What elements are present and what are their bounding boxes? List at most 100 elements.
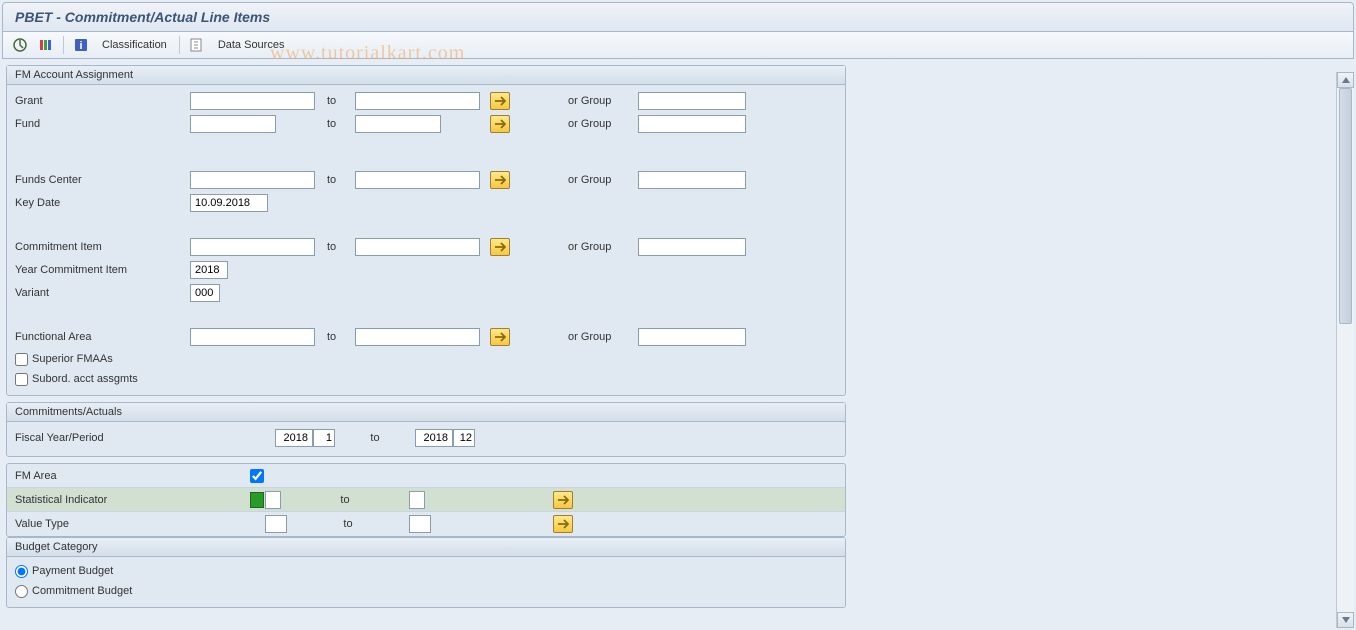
payment-budget-label: Payment Budget bbox=[32, 565, 113, 577]
fm-area-row: FM Area bbox=[7, 464, 845, 488]
to-label: to bbox=[287, 518, 409, 530]
subord-acct-label: Subord. acct assgmts bbox=[32, 373, 138, 385]
fund-row: Fund to or Group bbox=[15, 113, 837, 135]
key-date-row: Key Date bbox=[15, 192, 837, 214]
commitments-header: Commitments/Actuals bbox=[7, 403, 845, 422]
to-label: to bbox=[315, 331, 355, 343]
functional-area-label: Functional Area bbox=[15, 331, 190, 343]
commitment-budget-label: Commitment Budget bbox=[32, 585, 132, 597]
indicator-group: FM Area Statistical Indicator to Value T… bbox=[6, 463, 846, 537]
toolbar-separator bbox=[179, 36, 180, 54]
funds-center-row: Funds Center to or Group bbox=[15, 169, 837, 191]
fm-account-assignment-group: FM Account Assignment Grant to or Group bbox=[6, 65, 846, 396]
commitment-item-group-input[interactable] bbox=[638, 238, 746, 256]
value-type-from-input[interactable] bbox=[265, 515, 287, 533]
info-icon[interactable]: i bbox=[72, 36, 90, 54]
to-label: to bbox=[315, 118, 355, 130]
grant-row: Grant to or Group bbox=[15, 90, 837, 112]
grant-from-input[interactable] bbox=[190, 92, 315, 110]
year-commitment-label: Year Commitment Item bbox=[15, 264, 190, 276]
to-label: to bbox=[315, 174, 355, 186]
grant-multi-select-button[interactable] bbox=[490, 92, 510, 110]
payment-budget-row: Payment Budget bbox=[15, 561, 837, 581]
svg-text:i: i bbox=[79, 40, 82, 52]
functional-area-row: Functional Area to or Group bbox=[15, 326, 837, 348]
or-group-label: or Group bbox=[568, 118, 638, 130]
superior-fmaas-checkbox[interactable] bbox=[15, 353, 28, 366]
fiscal-to-year-input[interactable] bbox=[415, 429, 453, 447]
or-group-label: or Group bbox=[568, 241, 638, 253]
variant-icon[interactable] bbox=[37, 36, 55, 54]
functional-area-to-input[interactable] bbox=[355, 328, 480, 346]
toolbar-separator bbox=[63, 36, 64, 54]
fm-area-label: FM Area bbox=[15, 470, 250, 482]
scroll-up-button[interactable] bbox=[1337, 72, 1354, 88]
variant-input[interactable] bbox=[190, 284, 220, 302]
commitments-actuals-group: Commitments/Actuals Fiscal Year/Period t… bbox=[6, 402, 846, 457]
superior-fmaas-row: Superior FMAAs bbox=[15, 349, 837, 369]
vertical-scrollbar[interactable] bbox=[1336, 72, 1354, 628]
commitment-item-from-input[interactable] bbox=[190, 238, 315, 256]
funds-center-group-input[interactable] bbox=[638, 171, 746, 189]
fiscal-to-period-input[interactable] bbox=[453, 429, 475, 447]
header-bar: PBET - Commitment/Actual Line Items bbox=[2, 2, 1354, 32]
funds-center-to-input[interactable] bbox=[355, 171, 480, 189]
fund-multi-select-button[interactable] bbox=[490, 115, 510, 133]
funds-center-from-input[interactable] bbox=[190, 171, 315, 189]
stat-multi-select-button[interactable] bbox=[553, 491, 573, 509]
value-type-multi-select-button[interactable] bbox=[553, 515, 573, 533]
year-commitment-row: Year Commitment Item bbox=[15, 259, 837, 281]
scroll-down-button[interactable] bbox=[1337, 612, 1354, 628]
commitment-item-row: Commitment Item to or Group bbox=[15, 236, 837, 258]
functional-area-multi-select-button[interactable] bbox=[490, 328, 510, 346]
commitment-item-label: Commitment Item bbox=[15, 241, 190, 253]
selection-indicator-icon[interactable] bbox=[250, 492, 264, 508]
fund-to-input[interactable] bbox=[355, 115, 441, 133]
scroll-track[interactable] bbox=[1337, 88, 1354, 612]
funds-center-multi-select-button[interactable] bbox=[490, 171, 510, 189]
fiscal-from-year-input[interactable] bbox=[275, 429, 313, 447]
fiscal-year-row: Fiscal Year/Period to bbox=[15, 427, 837, 449]
value-type-label: Value Type bbox=[15, 518, 250, 530]
data-sources-button[interactable]: Data Sources bbox=[214, 37, 289, 53]
fiscal-year-label: Fiscal Year/Period bbox=[15, 432, 275, 444]
classification-button[interactable]: Classification bbox=[98, 37, 171, 53]
fund-from-input[interactable] bbox=[190, 115, 276, 133]
superior-fmaas-label: Superior FMAAs bbox=[32, 353, 113, 365]
key-date-input[interactable] bbox=[190, 194, 268, 212]
year-commitment-input[interactable] bbox=[190, 261, 228, 279]
stat-to-input[interactable] bbox=[409, 491, 425, 509]
variant-label: Variant bbox=[15, 287, 190, 299]
funds-center-label: Funds Center bbox=[15, 174, 190, 186]
payment-budget-radio[interactable] bbox=[15, 565, 28, 578]
subord-acct-row: Subord. acct assgmts bbox=[15, 369, 837, 389]
commitment-budget-radio[interactable] bbox=[15, 585, 28, 598]
commitment-item-to-input[interactable] bbox=[355, 238, 480, 256]
grant-to-input[interactable] bbox=[355, 92, 480, 110]
key-date-label: Key Date bbox=[15, 197, 190, 209]
page-title: PBET - Commitment/Actual Line Items bbox=[15, 9, 270, 25]
toolbar: i Classification Data Sources bbox=[2, 32, 1354, 59]
to-label: to bbox=[315, 95, 355, 107]
functional-area-group-input[interactable] bbox=[638, 328, 746, 346]
execute-icon[interactable] bbox=[11, 36, 29, 54]
or-group-label: or Group bbox=[568, 95, 638, 107]
value-type-to-input[interactable] bbox=[409, 515, 431, 533]
data-source-icon[interactable] bbox=[188, 36, 206, 54]
stat-from-input[interactable] bbox=[265, 491, 281, 509]
or-group-label: or Group bbox=[568, 174, 638, 186]
statistical-indicator-label: Statistical Indicator bbox=[15, 494, 250, 506]
budget-category-header: Budget Category bbox=[7, 538, 845, 557]
functional-area-from-input[interactable] bbox=[190, 328, 315, 346]
grant-group-input[interactable] bbox=[638, 92, 746, 110]
fund-group-input[interactable] bbox=[638, 115, 746, 133]
subord-acct-checkbox[interactable] bbox=[15, 373, 28, 386]
scroll-thumb[interactable] bbox=[1339, 88, 1352, 324]
fund-label: Fund bbox=[15, 118, 190, 130]
variant-row: Variant bbox=[15, 282, 837, 304]
commitment-item-multi-select-button[interactable] bbox=[490, 238, 510, 256]
fm-area-checkbox[interactable] bbox=[250, 469, 264, 483]
commitment-budget-row: Commitment Budget bbox=[15, 581, 837, 601]
fiscal-from-period-input[interactable] bbox=[313, 429, 335, 447]
value-type-row: Value Type to bbox=[7, 512, 845, 536]
